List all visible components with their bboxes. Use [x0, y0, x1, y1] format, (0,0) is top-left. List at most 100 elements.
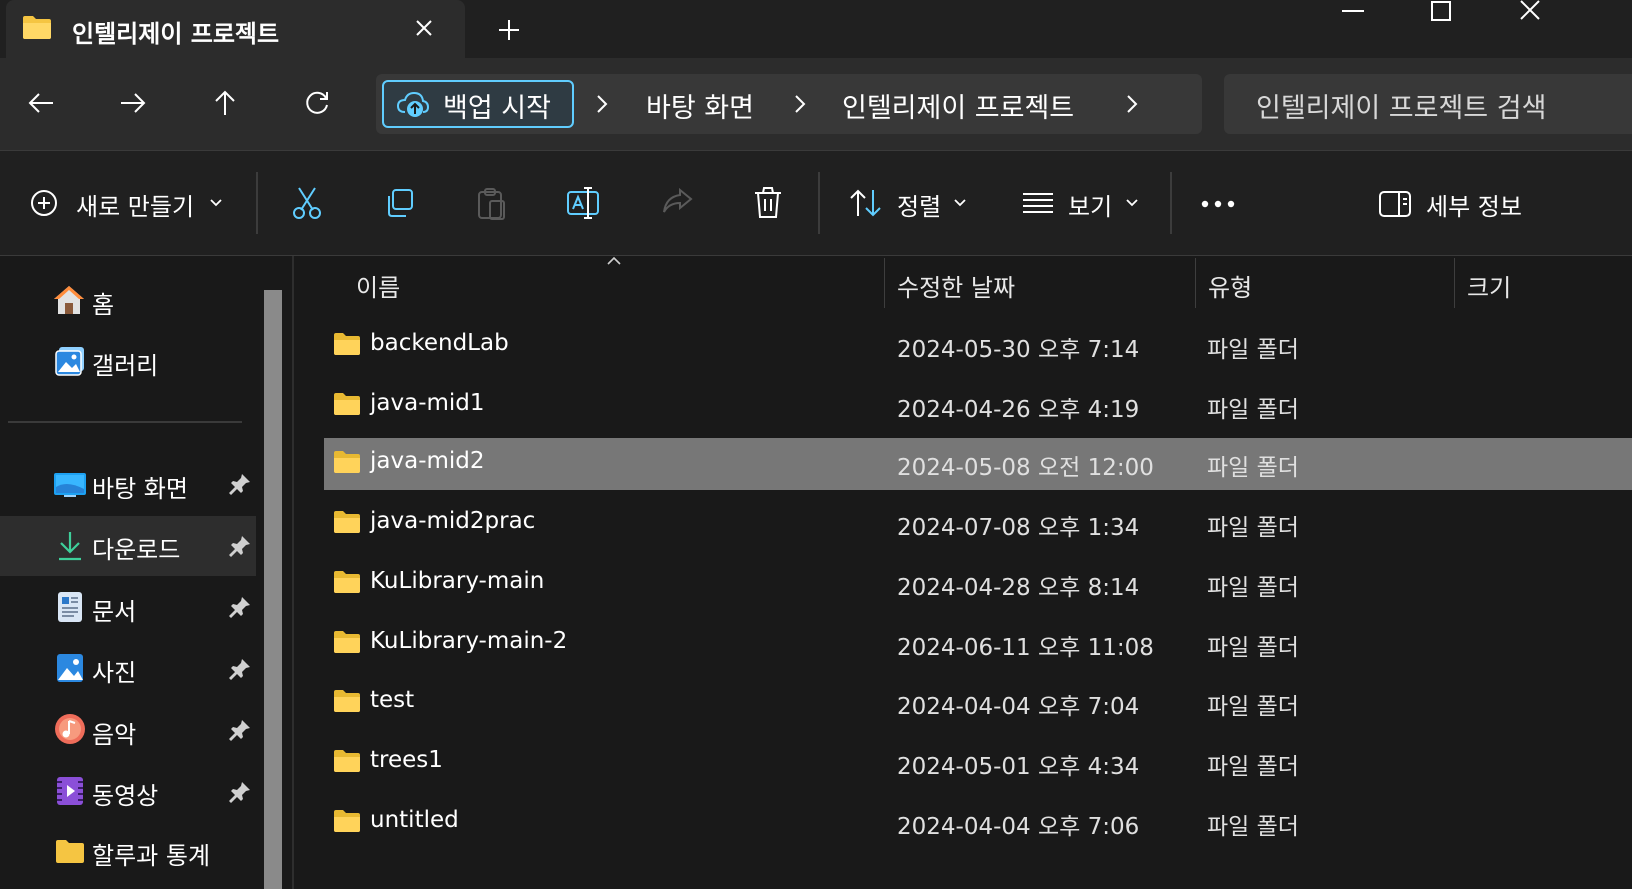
pin-icon[interactable]: [228, 534, 252, 558]
file-name: java-mid2: [370, 448, 485, 474]
chevron-down-icon[interactable]: [952, 196, 968, 210]
column-separator[interactable]: [884, 258, 885, 308]
share-icon: [660, 188, 694, 218]
folder-icon: [333, 689, 361, 713]
file-type: 파일 폴더: [1207, 337, 1299, 363]
folder-icon: [333, 809, 361, 833]
more-options-icon[interactable]: [1200, 198, 1236, 210]
sidebar-item-gallery[interactable]: 갤러리: [92, 346, 158, 381]
maximize-icon[interactable]: [1429, 0, 1453, 22]
column-header-name[interactable]: 이름: [356, 268, 400, 303]
file-name: backendLab: [370, 330, 509, 356]
table-row[interactable]: java-mid1 2024-04-26 오후 4:19 파일 폴더: [324, 380, 1632, 432]
column-separator[interactable]: [1454, 258, 1455, 308]
column-separator[interactable]: [1195, 258, 1196, 308]
file-name: KuLibrary-main: [370, 568, 545, 594]
sort-button[interactable]: 정렬: [897, 187, 941, 222]
backup-label: 백업 시작: [443, 93, 551, 124]
pin-icon[interactable]: [228, 718, 252, 742]
file-type: 파일 폴더: [1207, 754, 1299, 780]
file-date: 2024-05-01 오후 4:34: [897, 754, 1140, 780]
table-row[interactable]: backendLab 2024-05-30 오후 7:14 파일 폴더: [324, 320, 1632, 372]
file-date: 2024-04-04 오후 7:06: [897, 814, 1140, 840]
folder-icon: [333, 450, 361, 474]
sidebar-scrollbar-thumb[interactable]: [264, 290, 282, 889]
refresh-icon[interactable]: [302, 88, 332, 118]
file-date: 2024-07-08 오후 1:34: [897, 515, 1140, 541]
table-row[interactable]: java-mid2prac 2024-07-08 오후 1:34 파일 폴더: [324, 498, 1632, 550]
table-row[interactable]: untitled 2024-04-04 오후 7:06 파일 폴더: [324, 797, 1632, 849]
file-name: java-mid1: [370, 390, 485, 416]
close-tab-icon[interactable]: [412, 16, 436, 40]
details-pane-icon[interactable]: [1378, 190, 1412, 218]
breadcrumb-desktop[interactable]: 바탕 화면: [646, 86, 754, 125]
folder-icon: [22, 14, 52, 40]
chevron-down-icon[interactable]: [208, 196, 224, 210]
table-row[interactable]: test 2024-04-04 오후 7:04 파일 폴더: [324, 677, 1632, 729]
sidebar-item-music[interactable]: 음악: [92, 715, 136, 750]
pin-icon[interactable]: [228, 472, 252, 496]
new-plus-icon[interactable]: [30, 189, 58, 217]
file-name: trees1: [370, 747, 443, 773]
chevron-right-icon[interactable]: [592, 92, 612, 116]
delete-icon[interactable]: [753, 186, 783, 220]
back-arrow-icon[interactable]: [26, 88, 56, 118]
pictures-icon: [55, 652, 85, 684]
details-button[interactable]: 세부 정보: [1426, 187, 1522, 222]
file-date: 2024-05-30 오후 7:14: [897, 337, 1140, 363]
sidebar-item-pictures[interactable]: 사진: [92, 653, 136, 688]
toolbar-separator: [256, 172, 258, 234]
sort-icon[interactable]: [849, 188, 883, 218]
paste-icon: [476, 187, 508, 221]
file-date: 2024-04-26 오후 4:19: [897, 397, 1140, 423]
copy-icon[interactable]: [384, 187, 416, 219]
file-type: 파일 폴더: [1207, 455, 1299, 481]
column-header-type[interactable]: 유형: [1208, 268, 1252, 303]
up-arrow-icon[interactable]: [210, 88, 240, 118]
cut-icon[interactable]: [291, 186, 323, 220]
view-list-icon[interactable]: [1021, 192, 1055, 214]
folder-icon: [333, 510, 361, 534]
table-row-selected[interactable]: java-mid2 2024-05-08 오전 12:00 파일 폴더: [324, 438, 1632, 490]
sidebar-item-folder[interactable]: 할루과 통계: [92, 836, 210, 871]
sidebar-divider: [8, 421, 242, 423]
new-tab-icon[interactable]: [496, 17, 522, 43]
pin-icon[interactable]: [228, 657, 252, 681]
close-window-icon[interactable]: [1518, 0, 1542, 22]
chevron-right-icon[interactable]: [1122, 92, 1142, 116]
pin-icon[interactable]: [228, 595, 252, 619]
table-row[interactable]: KuLibrary-main 2024-04-28 오후 8:14 파일 폴더: [324, 558, 1632, 610]
sort-ascending-indicator-icon: [606, 256, 622, 266]
toolbar-separator: [818, 172, 820, 234]
file-type: 파일 폴더: [1207, 814, 1299, 840]
file-name: test: [370, 687, 415, 713]
forward-arrow-icon[interactable]: [118, 88, 148, 118]
sidebar-item-documents[interactable]: 문서: [92, 592, 136, 627]
sidebar-item-downloads[interactable]: 다운로드: [92, 530, 180, 565]
column-header-date[interactable]: 수정한 날짜: [897, 268, 1015, 303]
sidebar-item-home[interactable]: 홈: [92, 285, 114, 320]
chevron-right-icon[interactable]: [790, 92, 810, 116]
file-type: 파일 폴더: [1207, 397, 1299, 423]
file-type: 파일 폴더: [1207, 694, 1299, 720]
table-row[interactable]: KuLibrary-main-2 2024-06-11 오후 11:08 파일 …: [324, 618, 1632, 670]
table-row[interactable]: trees1 2024-05-01 오후 4:34 파일 폴더: [324, 737, 1632, 789]
file-date: 2024-05-08 오전 12:00: [897, 455, 1154, 481]
column-header-size[interactable]: 크기: [1467, 268, 1511, 303]
sidebar-item-desktop[interactable]: 바탕 화면: [92, 469, 188, 504]
file-date: 2024-04-28 오후 8:14: [897, 575, 1140, 601]
rename-icon[interactable]: [566, 186, 602, 220]
file-date: 2024-04-04 오후 7:04: [897, 694, 1140, 720]
download-icon: [56, 530, 84, 562]
minimize-icon[interactable]: [1340, 0, 1366, 22]
pin-icon[interactable]: [228, 780, 252, 804]
folder-icon: [333, 570, 361, 594]
video-icon: [55, 775, 85, 807]
chevron-down-icon[interactable]: [1124, 196, 1140, 210]
file-date: 2024-06-11 오후 11:08: [897, 635, 1154, 661]
music-icon: [54, 713, 86, 745]
view-button[interactable]: 보기: [1068, 187, 1112, 222]
sidebar-item-videos[interactable]: 동영상: [92, 776, 158, 811]
breadcrumb-current[interactable]: 인텔리제이 프로젝트: [842, 86, 1074, 125]
new-button[interactable]: 새로 만들기: [76, 187, 194, 222]
